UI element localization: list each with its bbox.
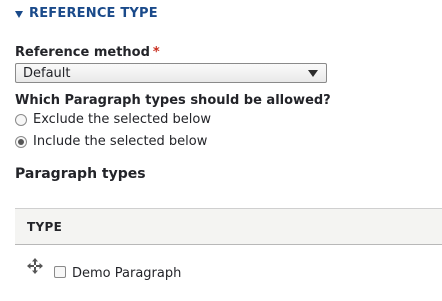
radio-exclude-label: Exclude the selected below	[33, 112, 211, 127]
required-marker: *	[152, 45, 160, 60]
reference-method-label: Reference method *	[15, 45, 160, 60]
radio-include[interactable]	[15, 135, 27, 148]
radio-include-label: Include the selected below	[33, 134, 208, 149]
radio-include-option[interactable]: Include the selected below	[15, 134, 207, 149]
chevron-down-icon	[308, 69, 318, 77]
table-row: Demo Paragraph	[15, 246, 442, 301]
drag-handle-icon[interactable]	[27, 258, 43, 274]
section-title: REFERENCE TYPE	[29, 6, 158, 21]
demo-paragraph-checkbox[interactable]	[54, 266, 66, 278]
allowed-types-label: Which Paragraph types should be allowed?	[15, 93, 331, 108]
column-header-type: TYPE	[27, 219, 63, 234]
radio-exclude[interactable]	[15, 113, 27, 126]
reference-type-summary[interactable]: REFERENCE TYPE	[15, 6, 158, 21]
reference-method-label-text: Reference method	[15, 45, 150, 60]
reference-method-value: Default	[23, 65, 71, 81]
demo-paragraph-label: Demo Paragraph	[72, 266, 182, 281]
reference-method-select[interactable]: Default	[15, 63, 327, 83]
triangle-down-icon	[15, 10, 23, 18]
table-header: TYPE	[15, 208, 442, 245]
radio-exclude-option[interactable]: Exclude the selected below	[15, 112, 211, 127]
paragraph-types-heading: Paragraph types	[15, 166, 146, 182]
